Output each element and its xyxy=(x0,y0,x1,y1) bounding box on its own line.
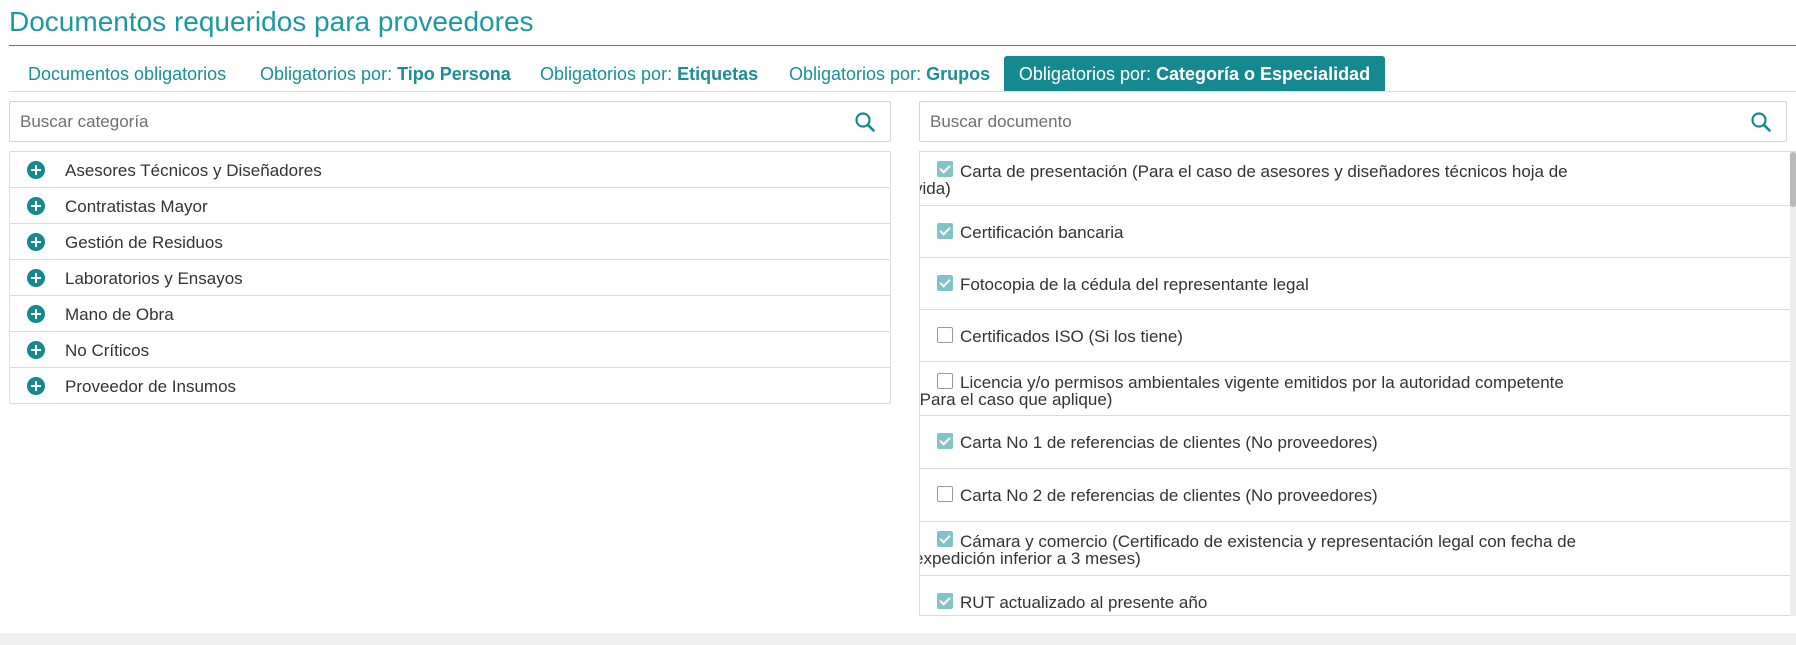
bottom-bar xyxy=(0,633,1796,645)
expand-plus-icon[interactable] xyxy=(27,305,45,323)
tab-label-bold: Grupos xyxy=(926,64,991,84)
document-row: RUT actualizado al presente año xyxy=(920,576,1796,615)
tab-label-bold: Etiquetas xyxy=(677,64,759,84)
document-row: Cámara y comercio (Certificado de existe… xyxy=(920,522,1796,576)
tab-label-bold: Tipo Persona xyxy=(397,64,511,84)
expand-plus-icon[interactable] xyxy=(27,197,45,215)
category-label: Proveedor de Insumos xyxy=(65,377,237,396)
expand-plus-icon[interactable] xyxy=(27,341,45,359)
search-icon[interactable] xyxy=(1750,111,1772,133)
expand-plus-icon[interactable] xyxy=(27,377,45,395)
category-label: Contratistas Mayor xyxy=(65,197,208,216)
tab-categoria-especialidad[interactable]: Obligatorios por: Categoría o Especialid… xyxy=(1004,56,1385,91)
document-label: Carta de presentación (Para el caso de a… xyxy=(920,162,1568,198)
category-item[interactable]: Gestión de Residuos xyxy=(10,224,890,260)
category-item[interactable]: Mano de Obra xyxy=(10,296,890,332)
document-list-scrollbar[interactable] xyxy=(1790,152,1796,616)
category-item[interactable]: Contratistas Mayor xyxy=(10,188,890,224)
page-title: Documentos requeridos para proveedores xyxy=(9,6,534,37)
category-item[interactable]: Asesores Técnicos y Diseñadores xyxy=(10,152,890,188)
scrollbar-thumb[interactable] xyxy=(1790,152,1796,207)
document-row: Certificados ISO (Si los tiene) xyxy=(920,310,1796,362)
document-row: Carta de presentación (Para el caso de a… xyxy=(920,152,1796,206)
category-item[interactable]: Laboratorios y Ensayos xyxy=(10,260,890,296)
document-row: Licencia y/o permisos ambientales vigent… xyxy=(920,362,1796,416)
tab-label: Obligatorios por: xyxy=(1018,64,1156,84)
expand-plus-icon[interactable] xyxy=(27,269,45,287)
tab-tipo-persona[interactable]: Obligatorios por: Tipo Persona xyxy=(260,56,511,91)
document-row: Carta No 2 de referencias de clientes (N… xyxy=(920,469,1796,522)
document-search-input[interactable] xyxy=(920,102,1786,141)
document-label: Cámara y comercio (Certificado de existe… xyxy=(919,532,1577,568)
category-label: Asesores Técnicos y Diseñadores xyxy=(65,161,322,180)
tab-grupos[interactable]: Obligatorios por: Grupos xyxy=(789,56,990,91)
document-label: Certificación bancaria xyxy=(960,223,1124,242)
title-divider xyxy=(9,45,1796,46)
document-list: Carta de presentación (Para el caso de a… xyxy=(919,151,1796,616)
document-search-box xyxy=(919,101,1787,142)
tab-label: Documentos obligatorios xyxy=(28,64,227,84)
tab-documentos-obligatorios[interactable]: Documentos obligatorios xyxy=(28,56,226,91)
document-label: RUT actualizado al presente año xyxy=(960,593,1208,612)
category-label: Laboratorios y Ensayos xyxy=(65,269,243,288)
tab-label-bold: Categoría o Especialidad xyxy=(1156,64,1371,84)
tab-label: Obligatorios por: xyxy=(260,64,398,84)
document-row: Certificación bancaria xyxy=(920,206,1796,258)
tab-label: Obligatorios por: xyxy=(540,64,678,84)
document-label: Carta No 2 de referencias de clientes (N… xyxy=(960,486,1378,505)
document-label: Certificados ISO (Si los tiene) xyxy=(960,327,1183,346)
expand-plus-icon[interactable] xyxy=(27,233,45,251)
category-item[interactable]: No Críticos xyxy=(10,332,890,368)
document-row: Carta No 1 de referencias de clientes (N… xyxy=(920,416,1796,469)
document-label: Carta No 1 de referencias de clientes (N… xyxy=(960,433,1378,452)
category-label: Gestión de Residuos xyxy=(65,233,223,252)
category-item[interactable]: Proveedor de Insumos xyxy=(10,368,890,404)
document-row: Fotocopia de la cédula del representante… xyxy=(920,258,1796,310)
document-label: Fotocopia de la cédula del representante… xyxy=(960,275,1309,294)
category-label: No Críticos xyxy=(65,341,150,360)
tab-bar: Documentos obligatorios Obligatorios por… xyxy=(9,56,1796,92)
tab-label: Obligatorios por: xyxy=(789,64,927,84)
category-label: Mano de Obra xyxy=(65,305,174,324)
tab-etiquetas[interactable]: Obligatorios por: Etiquetas xyxy=(540,56,758,91)
expand-plus-icon[interactable] xyxy=(27,161,45,179)
category-search-box xyxy=(9,101,891,142)
category-search-input[interactable] xyxy=(10,102,890,141)
category-list: Asesores Técnicos y Diseñadores Contrati… xyxy=(9,151,891,404)
document-label: Licencia y/o permisos ambientales vigent… xyxy=(919,373,1564,409)
search-icon[interactable] xyxy=(854,111,876,133)
